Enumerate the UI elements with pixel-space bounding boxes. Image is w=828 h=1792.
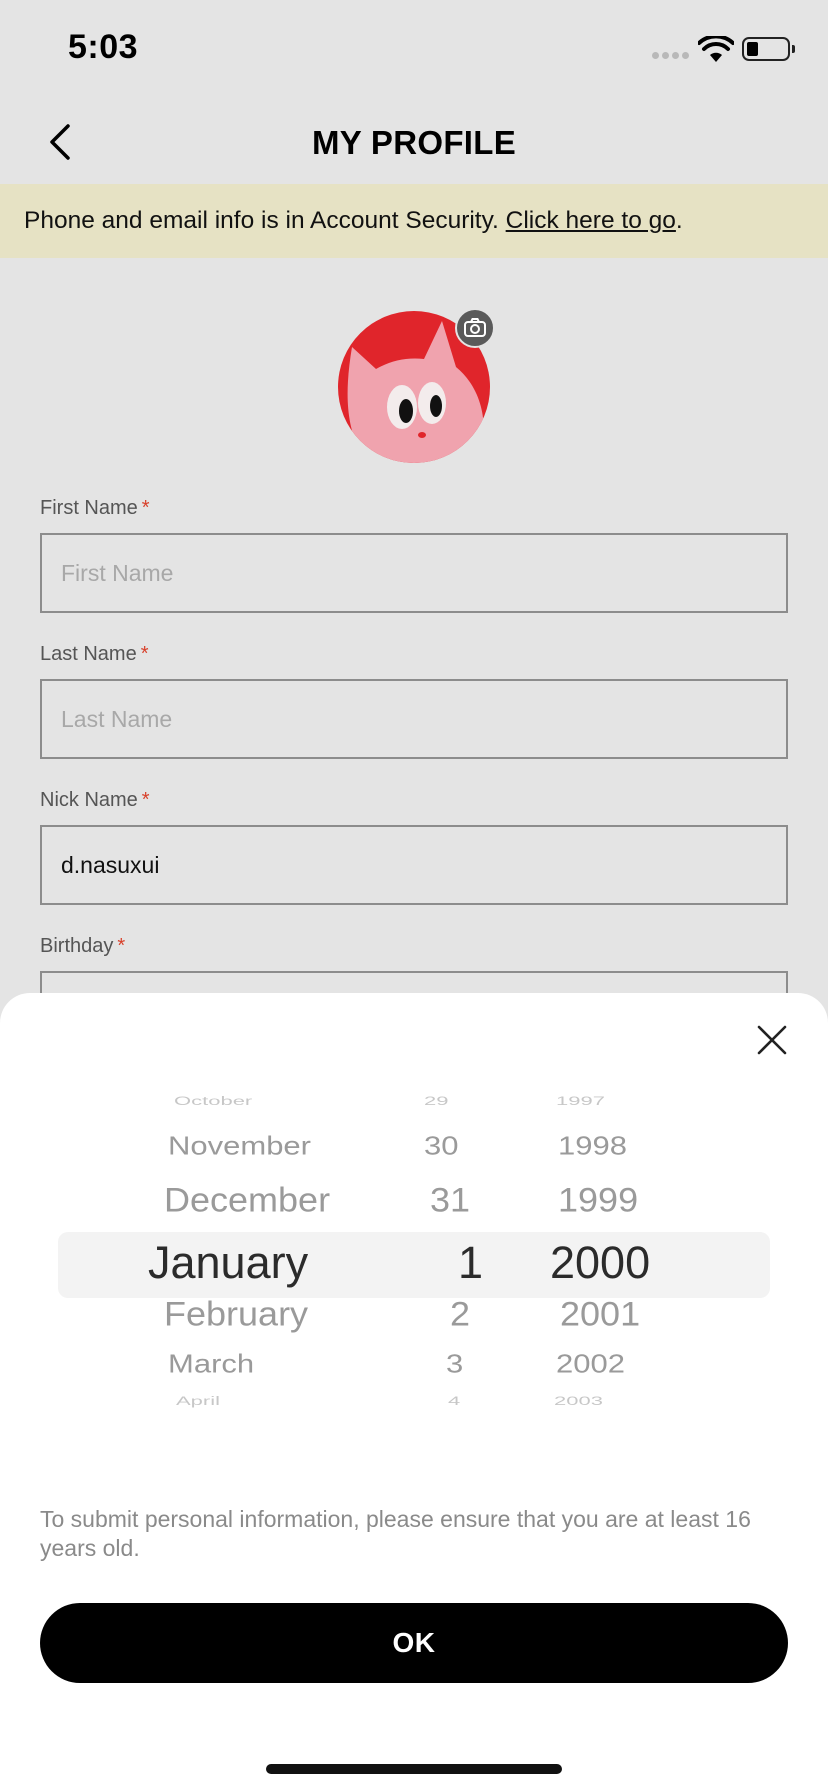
day-option[interactable]: 4 — [448, 1394, 460, 1408]
ok-button[interactable]: OK — [40, 1603, 788, 1683]
first-name-label: First Name * — [40, 497, 150, 519]
year-option[interactable]: 2003 — [554, 1394, 603, 1408]
last-name-field[interactable]: Last Name — [40, 679, 788, 759]
required-mark: * — [140, 643, 149, 665]
day-option-selected[interactable]: 1 — [458, 1237, 483, 1289]
birthday-label: Birthday * — [40, 935, 126, 957]
year-option[interactable]: 1999 — [558, 1180, 638, 1220]
year-option-selected[interactable]: 2000 — [550, 1237, 650, 1289]
battery-tip — [792, 45, 795, 53]
day-option[interactable]: 30 — [424, 1131, 458, 1162]
last-name-label: Last Name * — [40, 643, 149, 665]
month-option[interactable]: February — [164, 1294, 308, 1334]
last-name-placeholder: Last Name — [61, 706, 173, 732]
notice-text: Phone and email info is in Account Secur… — [24, 207, 506, 234]
day-option[interactable]: 29 — [424, 1094, 448, 1108]
age-disclaimer: To submit personal information, please e… — [40, 1506, 751, 1561]
required-mark: * — [141, 789, 150, 811]
home-indicator — [266, 1764, 562, 1774]
required-mark: * — [141, 497, 150, 519]
day-option[interactable]: 2 — [450, 1294, 470, 1334]
battery-icon — [742, 37, 790, 61]
day-option[interactable]: 3 — [446, 1349, 463, 1380]
wifi-icon — [698, 36, 734, 62]
year-option[interactable]: 1998 — [558, 1131, 627, 1162]
day-wheel[interactable]: 29 30 31 1 2 3 4 — [410, 1092, 490, 1432]
account-security-notice: Phone and email info is in Account Secur… — [0, 184, 828, 258]
nick-name-value: d.nasuxui — [61, 852, 160, 878]
page-title: MY PROFILE — [311, 124, 517, 161]
first-name-placeholder: First Name — [61, 560, 174, 586]
day-option[interactable]: 31 — [430, 1180, 470, 1220]
date-picker-wheel[interactable]: October November December January February Ma… — [0, 1092, 828, 1432]
status-bar: 5:03 — [0, 0, 828, 100]
month-option[interactable]: December — [164, 1180, 330, 1220]
month-option[interactable]: March — [168, 1349, 254, 1380]
month-wheel[interactable]: October November December January February Ma… — [0, 1092, 410, 1432]
month-option[interactable]: November — [168, 1131, 311, 1162]
notice-link[interactable]: Click here to go — [506, 207, 676, 234]
close-icon[interactable] — [754, 1022, 790, 1058]
nick-name-label: Nick Name * — [40, 789, 150, 811]
status-time: 5:03 — [68, 28, 139, 66]
month-option[interactable]: October — [174, 1094, 252, 1108]
nick-name-field[interactable]: d.nasuxui — [40, 825, 788, 905]
month-option[interactable]: April — [176, 1394, 220, 1408]
year-option[interactable]: 1997 — [556, 1094, 605, 1108]
year-option[interactable]: 2001 — [560, 1294, 640, 1334]
year-wheel[interactable]: 1997 1998 1999 2000 2001 2002 2003 — [520, 1092, 690, 1432]
required-mark: * — [117, 935, 126, 957]
camera-icon — [464, 318, 486, 337]
nav-header: MY PROFILE — [0, 100, 828, 184]
camera-button[interactable] — [455, 308, 495, 348]
first-name-field[interactable]: First Name — [40, 533, 788, 613]
notice-suffix: . — [675, 207, 683, 234]
year-option[interactable]: 2002 — [556, 1349, 625, 1380]
month-option-selected[interactable]: January — [148, 1237, 308, 1289]
signal-icon — [652, 52, 692, 62]
